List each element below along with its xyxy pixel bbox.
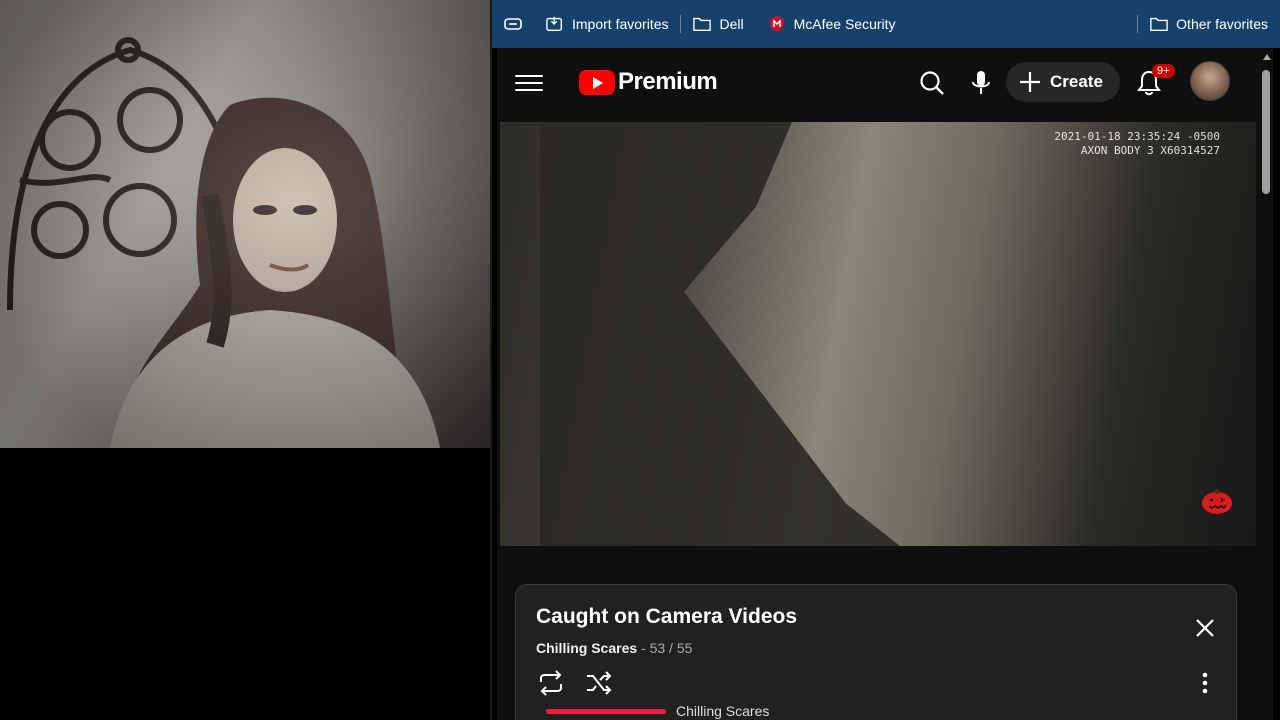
webcam-feed <box>0 0 490 448</box>
youtube-play-icon <box>579 69 615 95</box>
video-player[interactable]: 2021-01-18 23:35:24 -0500 AXON BODY 3 X6… <box>500 122 1256 546</box>
playlist-title[interactable]: Caught on Camera Videos <box>536 605 797 629</box>
search-button[interactable] <box>915 66 949 100</box>
favorite-mcafee[interactable]: McAfee Security <box>756 0 908 48</box>
tab-actions-button[interactable] <box>492 0 534 48</box>
pane-divider <box>490 0 492 720</box>
playlist-panel: Caught on Camera Videos Chilling Scares … <box>515 584 1237 720</box>
playlist-subtitle: Chilling Scares - 53 / 55 <box>536 640 692 656</box>
create-label: Create <box>1050 72 1103 91</box>
voice-search-button[interactable] <box>964 66 998 100</box>
favorite-mcafee-label: McAfee Security <box>793 16 896 32</box>
logo-text: Premium <box>618 68 718 95</box>
shuffle-icon[interactable] <box>584 669 614 697</box>
favorite-dell-label: Dell <box>719 16 744 32</box>
bodycam-timestamp-line2: AXON BODY 3 X60314527 <box>1080 144 1220 157</box>
youtube-premium-logo[interactable]: Premium <box>579 68 718 96</box>
mcafee-shield-icon <box>768 15 786 33</box>
video-frame-shadow <box>540 122 900 546</box>
search-icon <box>920 71 944 95</box>
favorites-bar: Import favorites Dell McAfee Security Ot… <box>492 0 1280 48</box>
scrollbar[interactable] <box>1259 48 1273 720</box>
create-button[interactable]: Create <box>1006 62 1120 102</box>
favorite-import[interactable]: Import favorites <box>534 0 680 48</box>
close-icon[interactable] <box>1192 615 1218 641</box>
microphone-icon <box>972 71 990 94</box>
favorite-other-label: Other favorites <box>1176 16 1268 32</box>
next-item-channel: Chilling Scares <box>676 703 770 719</box>
bodycam-timestamp-line1: 2021-01-18 23:35:24 -0500 <box>1054 130 1220 143</box>
youtube-header: Premium Create 9+ <box>497 48 1257 118</box>
favorite-dell[interactable]: Dell <box>681 0 755 48</box>
more-options-icon[interactable] <box>1192 669 1218 697</box>
folder-icon <box>693 15 712 33</box>
youtube-panel: Premium Create 9+ 2021-01-18 23:35:24 -0… <box>497 48 1273 720</box>
webcam-letterbox <box>0 448 490 720</box>
channel-watermark-pumpkin-icon[interactable] <box>1200 486 1234 516</box>
favorite-other[interactable]: Other favorites <box>1138 0 1280 48</box>
plus-icon <box>1020 72 1040 92</box>
playlist-position: - 53 / 55 <box>641 640 693 656</box>
playlist-channel[interactable]: Chilling Scares <box>536 640 637 656</box>
hamburger-menu-button[interactable] <box>515 70 543 96</box>
folder-icon <box>1150 15 1168 33</box>
loop-playlist-icon[interactable] <box>536 669 566 697</box>
favorite-import-label: Import favorites <box>572 16 669 32</box>
tab-actions-icon <box>504 15 522 33</box>
import-icon <box>546 15 564 33</box>
bodycam-timestamp: 2021-01-18 23:35:24 -0500 AXON BODY 3 X6… <box>1054 130 1220 158</box>
notification-badge: 9+ <box>1152 64 1175 78</box>
account-avatar[interactable] <box>1190 61 1230 101</box>
scroll-up-arrow-icon[interactable] <box>1263 54 1271 60</box>
scrollbar-thumb[interactable] <box>1262 70 1270 194</box>
playlist-next-item[interactable]: Chilling Scares <box>546 703 769 719</box>
watch-progress-bar <box>546 708 666 714</box>
